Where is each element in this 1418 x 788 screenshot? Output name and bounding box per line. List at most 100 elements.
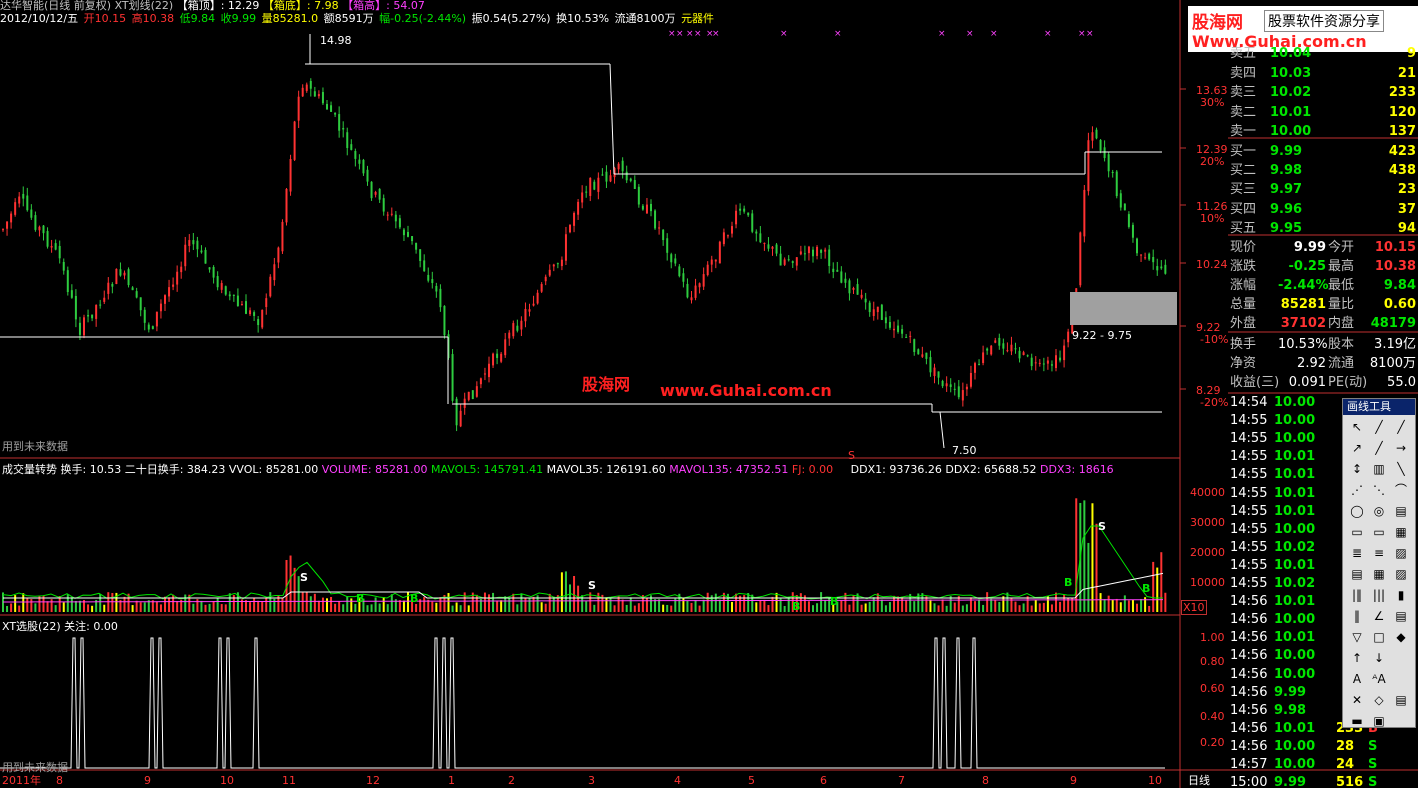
draw-tool-button[interactable]: ↑	[1346, 648, 1368, 669]
stat-label: 流通	[1328, 356, 1355, 371]
volume-bar	[26, 597, 29, 612]
candle-body	[516, 325, 519, 331]
volume-bar	[18, 605, 21, 612]
draw-tool-button[interactable]: ▤	[1390, 606, 1412, 627]
draw-tool-button[interactable]	[1390, 711, 1412, 732]
volume-signal: B	[356, 592, 364, 605]
draw-tool-button[interactable]: ▣	[1368, 711, 1390, 732]
draw-tool-button[interactable]: ╱	[1390, 417, 1412, 438]
draw-tool-button[interactable]: ▥	[1368, 459, 1390, 480]
tools-title: 画线工具	[1343, 399, 1415, 415]
draw-tool-button[interactable]: ≣	[1346, 543, 1368, 564]
buy-row[interactable]: 买二 9.98 438	[1228, 161, 1418, 180]
draw-tool-button[interactable]: ╱	[1368, 417, 1390, 438]
buy-row[interactable]: 买三 9.97 23	[1228, 180, 1418, 199]
month-label: 4	[674, 774, 681, 787]
volume-bar	[168, 597, 171, 612]
draw-tool-button[interactable]: ▦	[1368, 564, 1390, 585]
draw-tool-button[interactable]: ▽	[1346, 627, 1368, 648]
draw-tool-button[interactable]: A	[1346, 669, 1368, 690]
sell-row[interactable]: 卖五 10.04 9	[1228, 44, 1418, 63]
draw-tool-button[interactable]: ‖	[1346, 606, 1368, 627]
drawing-tools-palette[interactable]: 画线工具 ↖ ╱ ╱ ↗ ╱ → ↕ ▥ ╲ ⋰ ⋱ ⌒ ◯ ◎ ▤ ▭ ▭ ▦ ≣ ≡ ▨ ▤ ▦ ▨ |‖ ||| ▮ ‖ ∠ ▤ ▽ □…	[1342, 398, 1416, 728]
sell-row[interactable]: 卖三 10.02 233	[1228, 83, 1418, 102]
draw-tool-button[interactable]: |||	[1368, 585, 1390, 606]
draw-tool-button[interactable]: ⋰	[1346, 480, 1368, 501]
sell-row[interactable]: 卖一 10.00 137	[1228, 122, 1418, 141]
candle-body	[62, 261, 65, 271]
draw-tool-button[interactable]: ▦	[1390, 522, 1412, 543]
draw-tool-button[interactable]: ▤	[1346, 564, 1368, 585]
candle-body	[289, 159, 292, 192]
candle-body	[925, 352, 928, 359]
draw-tool-button[interactable]: ◆	[1390, 627, 1412, 648]
volume-bar	[139, 602, 142, 612]
stat-row: 涨跌 -0.25 最高 10.38	[1228, 257, 1418, 276]
draw-tool-button[interactable]: ◎	[1368, 501, 1390, 522]
info-high: 高10.38	[131, 12, 175, 25]
draw-tool-button[interactable]: ▭	[1346, 522, 1368, 543]
tick-side: S	[1368, 757, 1378, 772]
volume-bar	[670, 605, 673, 612]
draw-tool-button[interactable]: ⌒	[1390, 480, 1412, 501]
volume-bar	[1160, 552, 1163, 612]
candle-body	[1119, 193, 1122, 208]
volume-bar	[1140, 598, 1143, 612]
volume-bar	[289, 555, 292, 612]
vol-fj: FJ: 0.00	[791, 463, 834, 476]
draw-tool-button[interactable]: ◇	[1368, 690, 1390, 711]
draw-tool-button[interactable]: →	[1390, 438, 1412, 459]
draw-tool-button[interactable]: ╱	[1368, 438, 1390, 459]
draw-tool-button[interactable]: ⋱	[1368, 480, 1390, 501]
info-float: 流通8100万	[614, 12, 676, 25]
candle-body	[787, 259, 790, 261]
draw-tool-button[interactable]: □	[1368, 627, 1390, 648]
tick-price: 10.01	[1274, 594, 1316, 610]
buy-row[interactable]: 买五 9.95 94	[1228, 219, 1418, 238]
draw-tool-button[interactable]: ▮	[1390, 585, 1412, 606]
candle-body	[528, 309, 531, 312]
draw-tool-button[interactable]: ◯	[1346, 501, 1368, 522]
draw-tool-button[interactable]: |‖	[1346, 585, 1368, 606]
draw-tool-button[interactable]	[1390, 648, 1412, 669]
candle-body	[54, 243, 57, 250]
draw-tool-button[interactable]: ▨	[1390, 543, 1412, 564]
candle-body	[641, 205, 644, 210]
tick-time: 14:56	[1230, 594, 1268, 610]
draw-tool-button[interactable]: ▬	[1346, 711, 1368, 732]
candle-body	[844, 278, 847, 283]
volume-bar	[50, 599, 53, 612]
xt-axis-value: 0.60	[1200, 682, 1225, 695]
info-turnover: 换10.53%	[556, 12, 610, 25]
stat-label: 最低	[1328, 278, 1355, 293]
stat-row: 外盘 37102 内盘 48179	[1228, 314, 1418, 333]
volume-bar	[159, 604, 162, 612]
volume-bar	[1103, 599, 1106, 612]
draw-tool-button[interactable]: ╲	[1390, 459, 1412, 480]
buy-row[interactable]: 买一 9.99 423	[1228, 142, 1418, 161]
draw-tool-button[interactable]: ▭	[1368, 522, 1390, 543]
draw-tool-button[interactable]: ▤	[1390, 501, 1412, 522]
draw-tool-button[interactable]: ᴬA	[1368, 669, 1390, 690]
draw-tool-button[interactable]: ↓	[1368, 648, 1390, 669]
volume-bar	[212, 601, 215, 612]
draw-tool-button[interactable]: ↖	[1346, 417, 1368, 438]
draw-tool-button[interactable]: ↕	[1346, 459, 1368, 480]
draw-tool-button[interactable]: ↗	[1346, 438, 1368, 459]
volume-bar	[633, 605, 636, 612]
sell-row[interactable]: 卖二 10.01 120	[1228, 103, 1418, 122]
candle-body	[439, 288, 442, 308]
draw-tool-button[interactable]	[1390, 669, 1412, 690]
candle-body	[83, 317, 85, 336]
draw-tool-button[interactable]: ▤	[1390, 690, 1412, 711]
draw-tool-button[interactable]: ∠	[1368, 606, 1390, 627]
draw-tool-button[interactable]: ≡	[1368, 543, 1390, 564]
volume-bar	[864, 603, 867, 612]
draw-tool-button[interactable]: ▨	[1390, 564, 1412, 585]
candle-body	[309, 80, 312, 89]
volume-bar	[1022, 603, 1025, 612]
candle-body	[99, 304, 102, 306]
draw-tool-button[interactable]: ✕	[1346, 690, 1368, 711]
sell-row[interactable]: 卖四 10.03 21	[1228, 64, 1418, 83]
buy-row[interactable]: 买四 9.96 37	[1228, 200, 1418, 219]
